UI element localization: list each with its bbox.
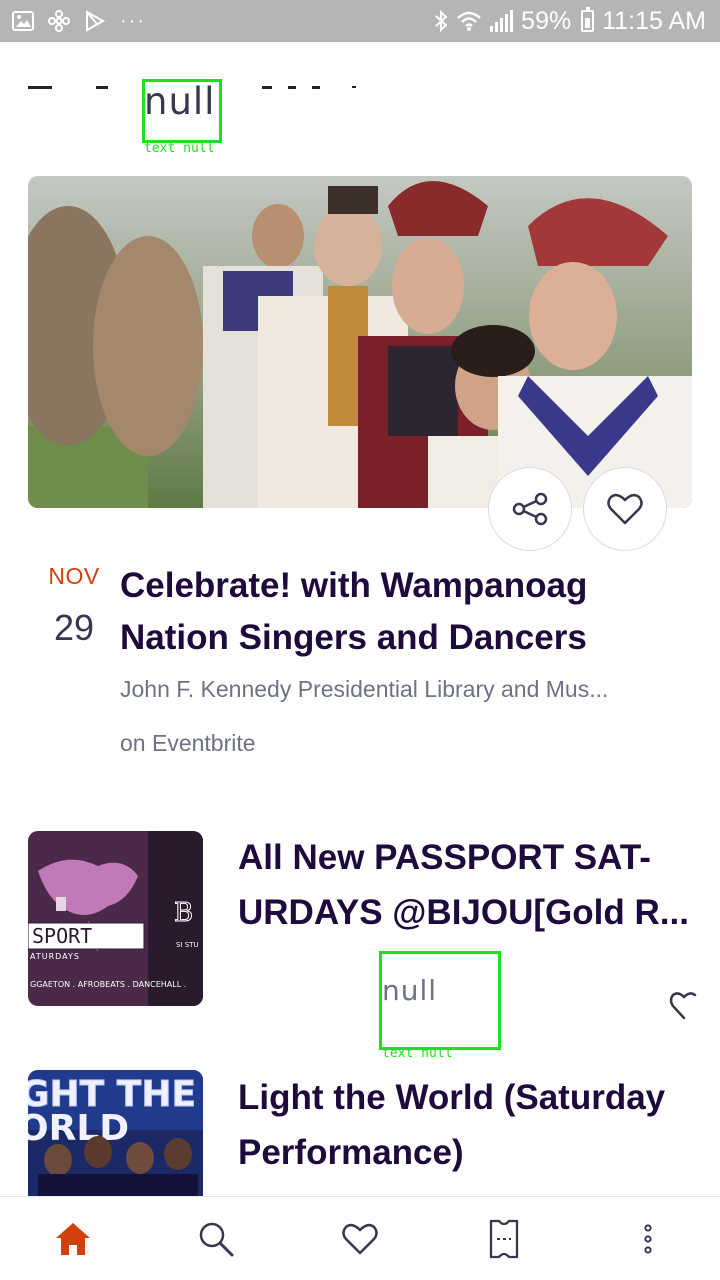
- more-icon: [644, 1224, 652, 1254]
- ticket-icon: [489, 1219, 519, 1259]
- status-indicators: 59% 11:15 AM: [434, 6, 706, 36]
- battery-icon: [581, 7, 595, 32]
- event-date-month: NOV: [48, 563, 100, 589]
- heart-icon: [342, 1223, 378, 1255]
- pinwheel-icon: [48, 10, 70, 32]
- overflow-notifications: ···: [120, 9, 146, 32]
- status-bar: ··· 59% 11:15 AM: [0, 0, 720, 42]
- search-icon: [199, 1222, 234, 1257]
- nav-likes[interactable]: [338, 1217, 382, 1261]
- event-date-day: 29: [53, 607, 95, 648]
- choir-photo: GHT THE ORLD: [28, 1070, 203, 1196]
- event-thumbnail-light-the-world[interactable]: GHT THE ORLD: [28, 1070, 203, 1196]
- thumb-venue-initial: B: [174, 898, 193, 928]
- nav-tickets[interactable]: [482, 1217, 526, 1261]
- thumb-genres-text: GGAETON . AFROBEATS . DANCEHALL .: [30, 980, 186, 989]
- nav-more[interactable]: [626, 1217, 670, 1261]
- list-event-title[interactable]: Light the World (Saturday Performance): [238, 1070, 700, 1180]
- thumb-sub-text: ATURDAYS: [30, 952, 80, 961]
- nav-home[interactable]: [51, 1217, 95, 1261]
- share-icon: [512, 492, 548, 526]
- nav-search[interactable]: [194, 1217, 238, 1261]
- featured-event-source: on Eventbrite: [120, 730, 256, 756]
- featured-event-title[interactable]: Celebrate! with Wampanoag Nation Singers…: [120, 560, 680, 664]
- share-button[interactable]: [488, 467, 572, 551]
- heart-icon: [607, 493, 643, 525]
- debug-label: text null: [144, 141, 215, 156]
- bluetooth-icon: [435, 9, 448, 33]
- signal-icon: [490, 10, 514, 32]
- wifi-icon: [457, 11, 481, 31]
- battery-percent: 59%: [521, 6, 572, 35]
- list-event-subtitle: null: [382, 974, 438, 1007]
- thumb-venue-sub: SI STU: [176, 941, 199, 949]
- debug-label: text null: [382, 1046, 453, 1061]
- clock: 11:15 AM: [602, 6, 706, 35]
- thumb-line2-text: ORLD: [28, 1108, 129, 1149]
- event-thumbnail-passport[interactable]: SPORT ATURDAYS GGAETON . AFROBEATS . DAN…: [28, 831, 203, 1006]
- notification-icons: ···: [12, 8, 146, 34]
- home-icon: [56, 1223, 90, 1255]
- bottom-navigation: [0, 1196, 720, 1280]
- featured-event-image[interactable]: [28, 176, 692, 508]
- list-event-title[interactable]: All New PASSPORT SAT-URDAYS @BIJOU[Gold …: [238, 830, 700, 940]
- play-store-icon: [86, 10, 106, 32]
- header-title: null: [144, 80, 216, 123]
- heart-icon: [669, 992, 697, 1020]
- passport-flyer: SPORT ATURDAYS GGAETON . AFROBEATS . DAN…: [28, 831, 203, 1006]
- gallery-icon: [12, 11, 34, 31]
- like-button[interactable]: [583, 467, 667, 551]
- featured-event-venue: John F. Kennedy Presidential Library and…: [120, 676, 609, 702]
- event-photo: [28, 176, 692, 508]
- thumb-brand-text: SPORT: [32, 924, 92, 948]
- list-like-button[interactable]: [664, 986, 704, 1026]
